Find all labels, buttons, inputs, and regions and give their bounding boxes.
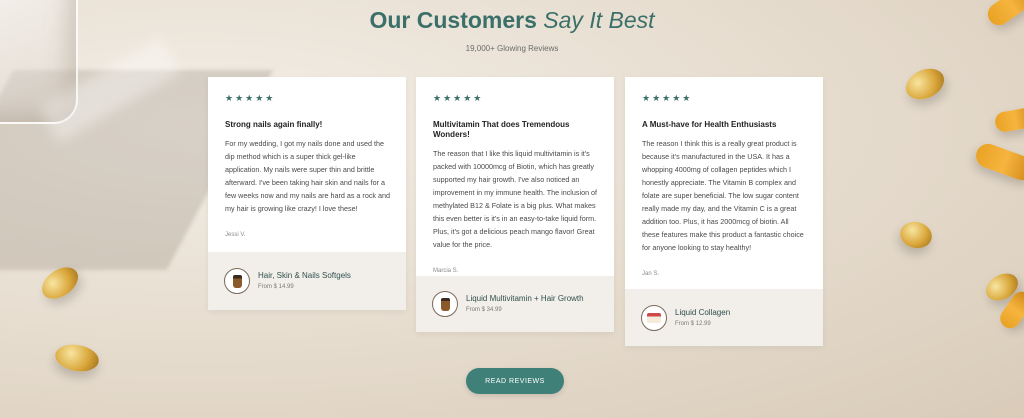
review-card: ★★★★★ A Must-have for Health Enthusiasts… [625,77,823,346]
review-text: For my wedding, I got my nails done and … [225,139,390,213]
star-rating: ★★★★★ [642,93,693,103]
bottle-icon [440,297,450,311]
review-title: Strong nails again finally! [225,120,323,129]
review-count: 19,000+ Glowing Reviews [465,44,559,53]
capsule-image [972,140,1024,184]
product-info: Hair, Skin & Nails Softgels From $ 14.99 [258,271,351,291]
product-link[interactable]: Liquid Collagen From $ 12.99 [625,289,823,346]
review-card-body: ★★★★★ Strong nails again finally! For my… [208,77,406,238]
review-title: A Must-have for Health Enthusiasts [642,120,777,129]
capsule-image [993,106,1024,134]
review-card-body: ★★★★★ A Must-have for Health Enthusiasts… [625,77,823,277]
bottle-icon [232,274,242,288]
read-reviews-button[interactable]: READ REVIEWS [466,368,564,394]
reviewer-name: Jessi V. [225,232,246,238]
product-name[interactable]: Liquid Multivitamin + Hair Growth [466,294,584,304]
product-link[interactable]: Liquid Multivitamin + Hair Growth From $… [416,276,614,332]
review-title: Multivitamin That does Tremendous Wonder… [433,120,570,139]
softgel-image [900,62,950,106]
softgel-image [897,218,935,252]
section-title-main: Our Customers [369,7,537,33]
product-price: From $ 34.99 [466,307,502,313]
collagen-box-icon [647,312,661,323]
review-card: ★★★★★ Strong nails again finally! For my… [208,77,406,310]
product-thumbnail[interactable] [432,291,458,317]
product-info: Liquid Collagen From $ 12.99 [675,308,730,328]
product-price: From $ 14.99 [258,284,294,290]
star-rating: ★★★★★ [225,93,276,103]
review-text: The reason that I like this liquid multi… [433,149,598,249]
product-thumbnail[interactable] [641,304,667,331]
product-name[interactable]: Liquid Collagen [675,308,730,318]
reviewer-name: Jan S. [642,271,660,277]
product-price: From $ 12.99 [675,320,711,327]
review-card-body: ★★★★★ Multivitamin That does Tremendous … [416,77,614,274]
review-card: ★★★★★ Multivitamin That does Tremendous … [416,77,614,332]
product-info: Liquid Multivitamin + Hair Growth From $… [466,294,584,314]
review-text: The reason I think this is a really grea… [642,139,804,252]
product-name[interactable]: Hair, Skin & Nails Softgels [258,271,351,281]
product-thumbnail[interactable] [224,268,250,294]
star-rating: ★★★★★ [433,93,484,103]
softgel-image [53,341,101,375]
reviewer-name: Marcia S. [433,268,459,274]
section-title-italic: Say It Best [543,7,655,33]
product-link[interactable]: Hair, Skin & Nails Softgels From $ 14.99 [208,252,406,310]
section-title: Our Customers Say It Best [0,6,1024,34]
testimonials-section: Our Customers Say It Best 19,000+ Glowin… [0,0,1024,418]
